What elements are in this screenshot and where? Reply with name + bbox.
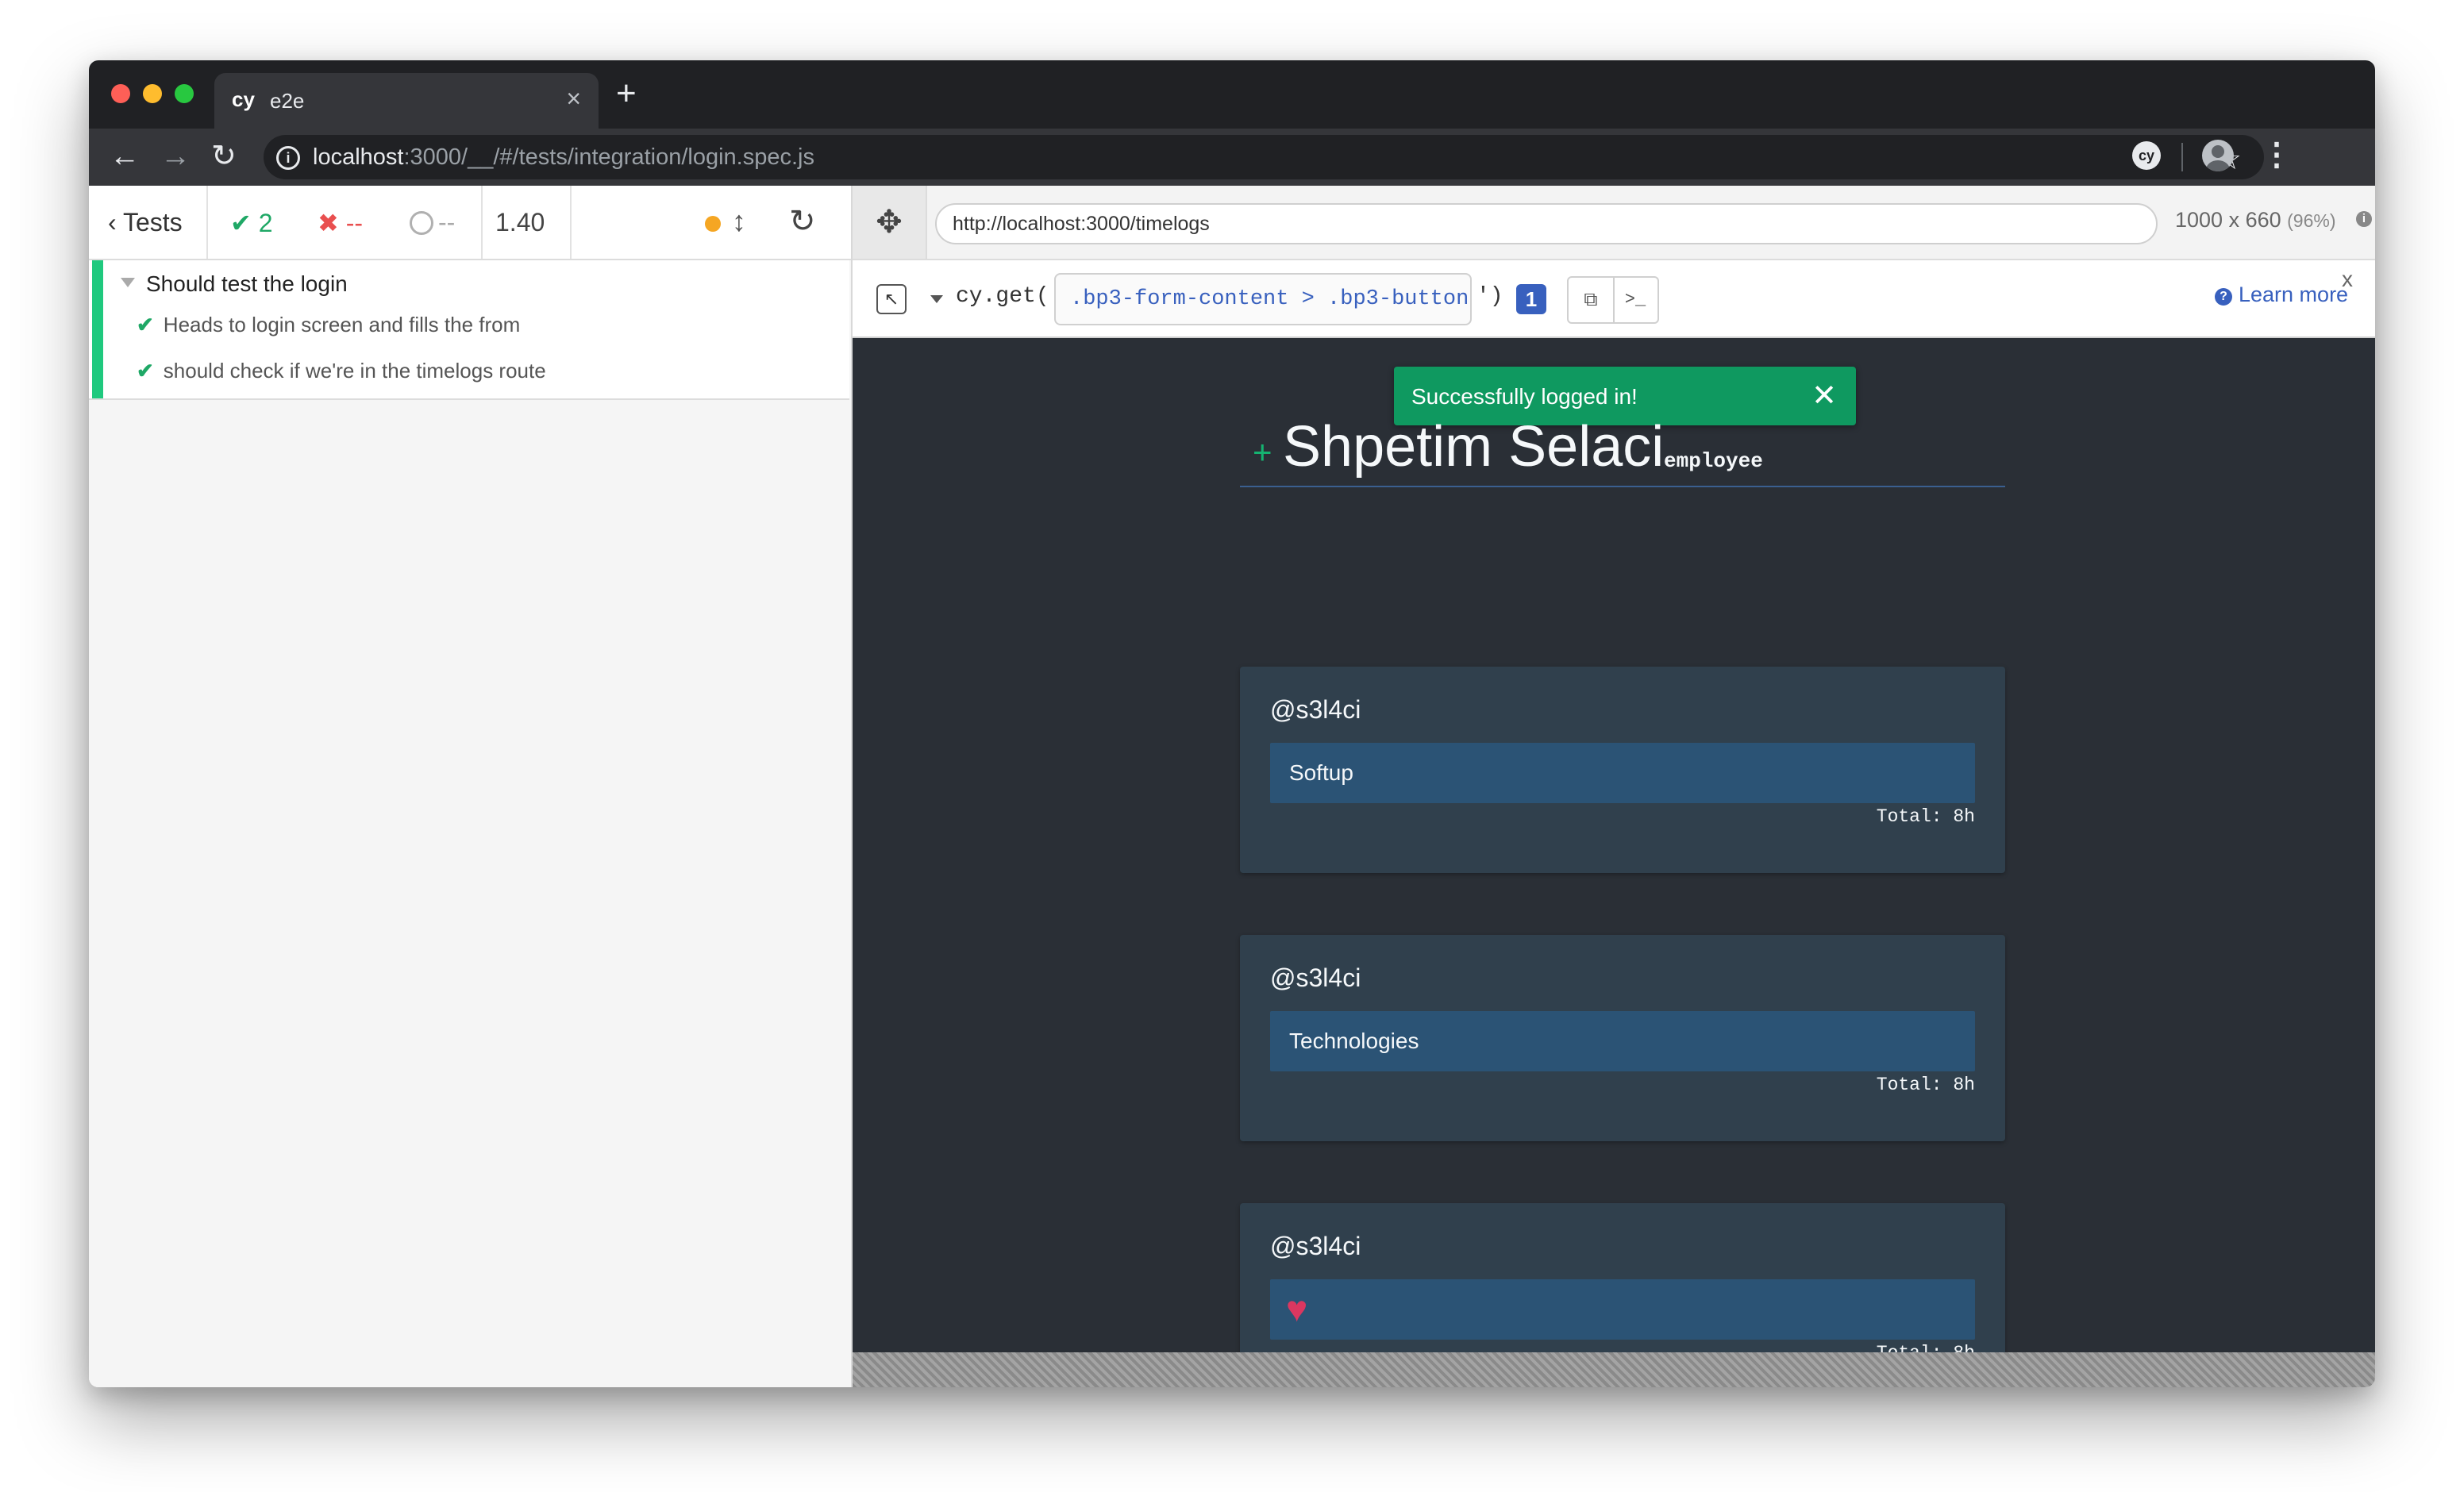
card-project[interactable]: Softup xyxy=(1270,743,1975,803)
app-under-test: Successfully logged in! ✕ + Shpetim Sela… xyxy=(853,338,2375,1352)
forward-arrow-icon[interactable]: → xyxy=(160,140,191,173)
duration-cell: 1.40 xyxy=(481,186,572,259)
tab-favicon: cy xyxy=(232,87,255,111)
aut-header: ✥ http://localhost:3000/timelogs 1000 x … xyxy=(853,186,2375,260)
duration-value: 1.40 xyxy=(495,208,545,236)
chevron-left-icon: ‹ xyxy=(108,208,117,236)
card-total: Total: 8h xyxy=(1876,806,1975,827)
match-count-badge: 1 xyxy=(1516,284,1546,314)
browser-tab[interactable]: cy e2e × xyxy=(214,73,599,129)
selector-playground: ↖ cy.get(' .bp3-form-content > .bp3-butt… xyxy=(853,260,2375,338)
passed-count: 2 xyxy=(258,209,273,237)
test-title: should check if we're in the timelogs ro… xyxy=(163,359,546,383)
aut-bottom-edge xyxy=(853,1352,2375,1387)
profile-divider xyxy=(1240,486,2005,487)
selector-playground-crosshair-icon[interactable]: ✥ xyxy=(853,186,927,259)
selector-prefix: cy.get(' xyxy=(956,284,1063,309)
avatar-icon[interactable] xyxy=(2202,140,2234,171)
cross-icon: ✖ xyxy=(318,209,339,237)
kebab-menu-icon[interactable]: ⋮ xyxy=(2261,137,2293,173)
aut-url: http://localhost:3000/timelogs xyxy=(953,213,1210,235)
suite-status-bar xyxy=(92,260,103,398)
test-item[interactable]: ✔ should check if we're in the timelogs r… xyxy=(137,359,546,383)
cypress-extension-icon[interactable]: cy xyxy=(2132,141,2161,170)
reporter-header: ‹ Tests ✔ 2 ✖ -- -- 1.40 ↕ ↻ xyxy=(89,186,851,260)
selector-suffix: ') xyxy=(1476,284,1503,309)
auto-scroll-indicator-icon[interactable] xyxy=(705,216,721,232)
selector-value: .bp3-form-content > .bp3-button xyxy=(1070,287,1469,311)
toolbar-divider xyxy=(2181,143,2183,171)
browser-toolbar: ← → ↻ i localhost:3000/__/#/tests/integr… xyxy=(89,129,2375,186)
toast-message: Successfully logged in! xyxy=(1411,384,1638,409)
heart-icon: ♥ xyxy=(1286,1288,1308,1329)
failed-count: -- xyxy=(345,209,364,237)
maximize-window-button[interactable] xyxy=(175,84,194,103)
rerun-tests-icon[interactable]: ↻ xyxy=(789,203,816,240)
site-info-icon[interactable]: i xyxy=(276,146,300,170)
back-arrow-icon[interactable]: ← xyxy=(110,140,140,173)
title-bar: cy e2e × + xyxy=(89,60,2375,129)
tab-close-icon[interactable]: × xyxy=(566,84,581,113)
selector-input[interactable]: .bp3-form-content > .bp3-button xyxy=(1054,273,1472,325)
collapse-caret-icon[interactable] xyxy=(121,278,135,287)
toast-close-icon[interactable]: ✕ xyxy=(1811,378,1837,413)
help-icon: ? xyxy=(2215,288,2232,306)
selector-actions: ⧉ >_ xyxy=(1567,276,1659,324)
new-tab-button[interactable]: + xyxy=(616,76,637,111)
suite-title[interactable]: Should test the login xyxy=(146,271,348,297)
project-name: Softup xyxy=(1289,760,1353,785)
method-dropdown-caret-icon[interactable] xyxy=(930,295,943,303)
address-text: localhost:3000/__/#/tests/integration/lo… xyxy=(313,144,814,170)
pending-count: -- xyxy=(438,208,456,236)
element-picker-icon[interactable]: ↖ xyxy=(876,284,907,314)
test-item[interactable]: ✔ Heads to login screen and fills the fro… xyxy=(137,313,520,337)
timelog-card: @s3l4ci ♥ Total: 8h xyxy=(1240,1203,2005,1352)
reporter-stats: ✔ 2 ✖ -- -- xyxy=(206,186,483,259)
test-title: Heads to login screen and fills the from xyxy=(163,313,521,336)
card-handle: @s3l4ci xyxy=(1270,1232,1361,1260)
profile-name: Shpetim Selaci xyxy=(1283,415,1665,479)
viewport-info: 1000 x 660 (96%) xyxy=(2175,208,2336,232)
card-project[interactable]: ♥ xyxy=(1270,1279,1975,1340)
card-project[interactable]: Technologies xyxy=(1270,1011,1975,1071)
aut-url-field: http://localhost:3000/timelogs xyxy=(935,203,2158,244)
project-name: Technologies xyxy=(1289,1029,1419,1053)
pending-circle-icon xyxy=(410,211,433,235)
auto-scroll-toggle-icon[interactable]: ↕ xyxy=(732,205,746,238)
suite-runnable[interactable]: Should test the login ✔ Heads to login sc… xyxy=(89,260,849,400)
tab-title: e2e xyxy=(270,89,305,113)
viewport-info-icon[interactable]: i xyxy=(2356,211,2372,227)
tests-link[interactable]: ‹ Tests xyxy=(89,186,208,259)
close-playground-button[interactable]: x xyxy=(2342,267,2353,292)
check-icon: ✔ xyxy=(137,359,154,383)
card-handle: @s3l4ci xyxy=(1270,695,1361,724)
card-handle: @s3l4ci xyxy=(1270,963,1361,992)
card-total: Total: 8h xyxy=(1877,1343,1975,1352)
profile-role: employee xyxy=(1664,449,1763,473)
card-total: Total: 8h xyxy=(1876,1075,1975,1095)
plus-icon[interactable]: + xyxy=(1253,433,1272,471)
minimize-window-button[interactable] xyxy=(143,84,162,103)
tests-label: Tests xyxy=(122,208,183,236)
address-bar[interactable]: i localhost:3000/__/#/tests/integration/… xyxy=(264,135,2264,179)
console-print-icon[interactable]: >_ xyxy=(1613,278,1657,322)
learn-more-link[interactable]: ? Learn more xyxy=(2215,283,2348,307)
reload-icon[interactable]: ↻ xyxy=(211,140,237,173)
timelog-card: @s3l4ci Technologies Total: 8h xyxy=(1240,935,2005,1141)
check-icon: ✔ xyxy=(230,209,252,237)
close-window-button[interactable] xyxy=(111,84,130,103)
check-icon: ✔ xyxy=(137,313,154,336)
reporter-panel: ‹ Tests ✔ 2 ✖ -- -- 1.40 ↕ ↻ Should test… xyxy=(89,186,853,1387)
copy-icon[interactable]: ⧉ xyxy=(1569,278,1615,322)
timelog-card: @s3l4ci Softup Total: 8h xyxy=(1240,667,2005,873)
browser-window: cy e2e × + ← → ↻ i localhost:3000/__/#/t… xyxy=(89,60,2375,1387)
